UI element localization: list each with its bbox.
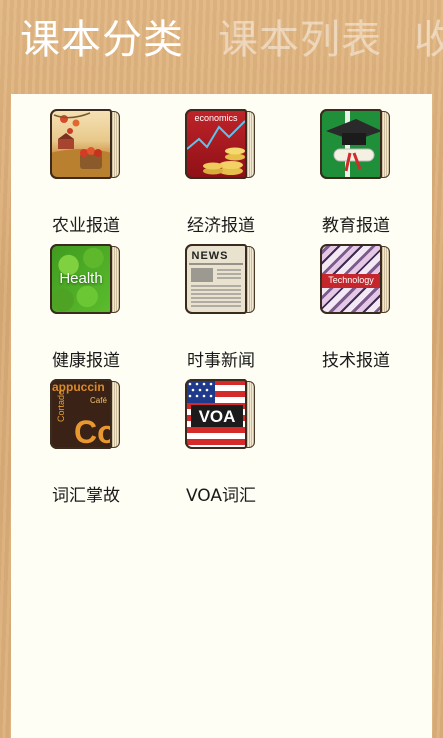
tab-favorites[interactable]: 收 — [414, 14, 443, 66]
health-book-icon: Health — [50, 244, 122, 316]
category-label: 经济报道 — [187, 216, 255, 236]
category-current-news[interactable]: NEWS 时事新闻 — [160, 244, 280, 371]
category-label: 农业报道 — [52, 216, 120, 236]
category-vocabulary-stories[interactable]: appuccin Cortado Café Co 词汇掌故 — [25, 379, 145, 506]
vocabulary-book-icon: appuccin Cortado Café Co — [50, 379, 122, 451]
voa-book-icon: VOA — [185, 379, 257, 451]
category-label: 技术报道 — [322, 351, 390, 371]
tab-textbook-categories[interactable]: 课本分类 — [20, 14, 184, 66]
agriculture-book-icon — [50, 109, 122, 181]
category-label: 时事新闻 — [187, 351, 255, 371]
pivot-header: 课本分类 课本列表 收 — [0, 0, 443, 90]
tab-textbook-list[interactable]: 课本列表 — [218, 14, 382, 66]
education-book-icon — [320, 109, 392, 181]
category-label: 健康报道 — [52, 351, 120, 371]
category-label: 教育报道 — [322, 216, 390, 236]
category-grid-panel: 农业报道 economics 经济报道 教育报道 Health 健康报道 NEW… — [11, 94, 432, 738]
news-book-icon: NEWS — [185, 244, 257, 316]
category-label: VOA词汇 — [185, 486, 257, 506]
category-label: 词汇掌故 — [52, 486, 120, 506]
category-voa-vocabulary[interactable]: VOA VOA词汇 — [160, 379, 280, 506]
technology-book-icon: Technology — [320, 244, 392, 316]
economics-book-icon: economics — [185, 109, 257, 181]
category-economics[interactable]: economics 经济报道 — [160, 109, 280, 236]
category-education[interactable]: 教育报道 — [295, 109, 415, 236]
category-agriculture[interactable]: 农业报道 — [25, 109, 145, 236]
category-health[interactable]: Health 健康报道 — [25, 244, 145, 371]
category-technology[interactable]: Technology 技术报道 — [295, 244, 415, 371]
